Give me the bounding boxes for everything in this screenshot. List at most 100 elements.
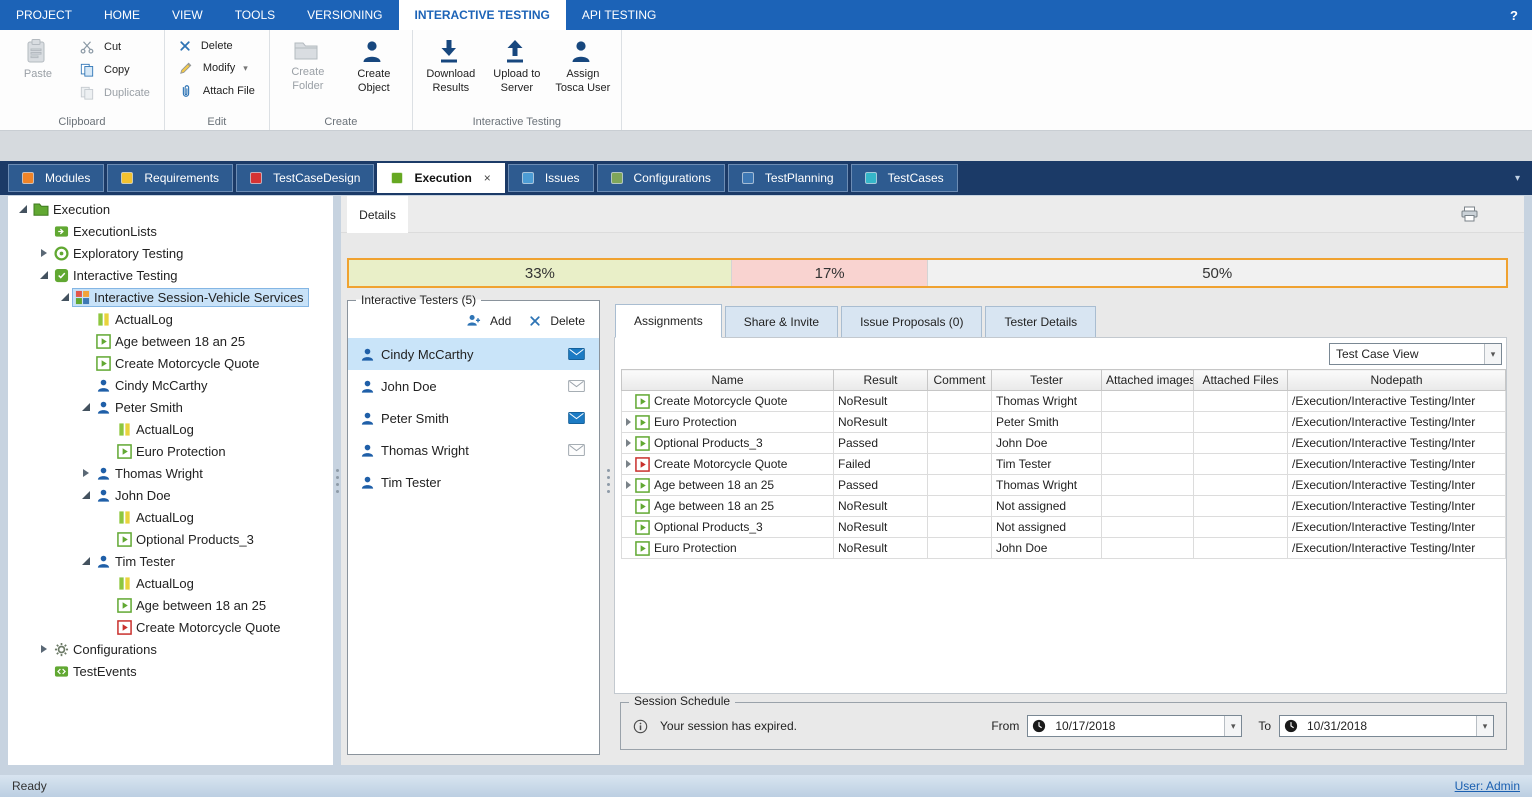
modify-button[interactable]: Modify▾ bbox=[173, 58, 261, 78]
tree-item-optional-products-3[interactable]: Optional Products_3 bbox=[8, 528, 333, 550]
paste-button[interactable]: Paste bbox=[8, 33, 68, 114]
tree-item-testevents[interactable]: TestEvents bbox=[8, 660, 333, 682]
expand-expander-icon[interactable] bbox=[79, 467, 92, 480]
row-expander-icon[interactable] bbox=[626, 418, 631, 426]
tree-item-actuallog[interactable]: ActualLog bbox=[8, 418, 333, 440]
delete-tester-button[interactable]: Delete bbox=[529, 313, 585, 328]
tab-issues[interactable]: Issues bbox=[508, 164, 594, 192]
menu-view[interactable]: VIEW bbox=[156, 0, 219, 30]
tree-item-john-doe[interactable]: John Doe bbox=[8, 484, 333, 506]
tree-item-interactive-session-vehicle-services[interactable]: Interactive Session-Vehicle Services bbox=[8, 286, 333, 308]
tree-item-tim-tester[interactable]: Tim Tester bbox=[8, 550, 333, 572]
column-header-result[interactable]: Result bbox=[834, 370, 928, 391]
expand-expander-icon[interactable] bbox=[37, 247, 50, 260]
copy-button[interactable]: Copy bbox=[74, 60, 156, 80]
tree-item-create-motorcycle-quote[interactable]: Create Motorcycle Quote bbox=[8, 352, 333, 374]
collapse-expander-icon[interactable] bbox=[58, 291, 71, 304]
column-header-comment[interactable]: Comment bbox=[928, 370, 992, 391]
tree-item-peter-smith[interactable]: Peter Smith bbox=[8, 396, 333, 418]
row-expander-icon[interactable] bbox=[626, 481, 631, 489]
add-tester-button[interactable]: Add bbox=[466, 313, 511, 328]
column-header-attached-images[interactable]: Attached images bbox=[1102, 370, 1194, 391]
upload-to-server-button[interactable]: Upload toServer bbox=[487, 33, 547, 114]
tester-john-doe[interactable]: John Doe bbox=[348, 370, 599, 402]
tester-tim-tester[interactable]: Tim Tester bbox=[348, 466, 599, 498]
tree-item-actuallog[interactable]: ActualLog bbox=[8, 308, 333, 330]
tab-requirements[interactable]: Requirements bbox=[107, 164, 233, 192]
cut-button[interactable]: Cut bbox=[74, 37, 156, 57]
to-date-picker[interactable]: 10/31/2018 ▾ bbox=[1279, 715, 1494, 737]
tree-item-create-motorcycle-quote[interactable]: Create Motorcycle Quote bbox=[8, 616, 333, 638]
tree-item-configurations[interactable]: Configurations bbox=[8, 638, 333, 660]
menu-versioning[interactable]: VERSIONING bbox=[291, 0, 398, 30]
table-row[interactable]: Optional Products_3PassedJohn Doe/Execut… bbox=[622, 433, 1506, 454]
menu-api-testing[interactable]: API TESTING bbox=[566, 0, 672, 30]
menu-tools[interactable]: TOOLS bbox=[219, 0, 291, 30]
tree-item-interactive-testing[interactable]: Interactive Testing bbox=[8, 264, 333, 286]
tab-overflow-button[interactable]: ▾ bbox=[1509, 173, 1526, 184]
user-admin-link[interactable]: User: Admin bbox=[1455, 779, 1520, 793]
tab-testplanning[interactable]: TestPlanning bbox=[728, 164, 848, 192]
tab-configurations[interactable]: Configurations bbox=[597, 164, 725, 192]
tab-details[interactable]: Details bbox=[347, 196, 408, 233]
menu-interactive-testing[interactable]: INTERACTIVE TESTING bbox=[399, 0, 566, 30]
view-selector[interactable]: Test Case View ▾ bbox=[1329, 343, 1502, 365]
tree-item-age-between-18-an-25[interactable]: Age between 18 an 25 bbox=[8, 330, 333, 352]
menu-home[interactable]: HOME bbox=[88, 0, 156, 30]
tree-item-euro-protection[interactable]: Euro Protection bbox=[8, 440, 333, 462]
tab-modules[interactable]: Modules bbox=[8, 164, 104, 192]
collapse-expander-icon[interactable] bbox=[79, 489, 92, 502]
tab-testcases[interactable]: TestCases bbox=[851, 164, 958, 192]
table-row[interactable]: Age between 18 an 25NoResultNot assigned… bbox=[622, 496, 1506, 517]
tree-item-actuallog[interactable]: ActualLog bbox=[8, 506, 333, 528]
tab-tester-details[interactable]: Tester Details bbox=[985, 306, 1096, 338]
create-folder-button[interactable]: CreateFolder bbox=[278, 33, 338, 114]
tree-item-executionlists[interactable]: ExecutionLists bbox=[8, 220, 333, 242]
column-header-nodepath[interactable]: Nodepath bbox=[1288, 370, 1506, 391]
tree-item-exploratory-testing[interactable]: Exploratory Testing bbox=[8, 242, 333, 264]
assign-tosca-user-button[interactable]: AssignTosca User bbox=[553, 33, 613, 114]
tree-item-thomas-wright[interactable]: Thomas Wright bbox=[8, 462, 333, 484]
delete-button[interactable]: Delete bbox=[173, 37, 261, 55]
menu-project[interactable]: PROJECT bbox=[0, 0, 88, 30]
from-date-picker[interactable]: 10/17/2018 ▾ bbox=[1027, 715, 1242, 737]
splitter-handle[interactable] bbox=[605, 196, 612, 765]
tester-peter-smith[interactable]: Peter Smith bbox=[348, 402, 599, 434]
print-button[interactable] bbox=[1461, 206, 1482, 222]
table-row[interactable]: Euro ProtectionNoResultPeter Smith/Execu… bbox=[622, 412, 1506, 433]
help-button[interactable]: ? bbox=[1496, 0, 1532, 30]
collapse-expander-icon[interactable] bbox=[16, 203, 29, 216]
tester-cindy-mccarthy[interactable]: Cindy McCarthy bbox=[348, 338, 599, 370]
duplicate-button[interactable]: Duplicate bbox=[74, 83, 156, 103]
chevron-down-icon[interactable]: ▾ bbox=[1224, 716, 1241, 736]
collapse-expander-icon[interactable] bbox=[37, 269, 50, 282]
tab-issue-proposals-0[interactable]: Issue Proposals (0) bbox=[841, 306, 982, 338]
row-expander-icon[interactable] bbox=[626, 439, 631, 447]
close-icon[interactable]: × bbox=[484, 171, 491, 185]
column-header-name[interactable]: Name bbox=[622, 370, 834, 391]
collapse-expander-icon[interactable] bbox=[79, 555, 92, 568]
table-row[interactable]: Create Motorcycle QuoteFailedTim Tester/… bbox=[622, 454, 1506, 475]
tree-item-actuallog[interactable]: ActualLog bbox=[8, 572, 333, 594]
table-row[interactable]: Age between 18 an 25PassedThomas Wright/… bbox=[622, 475, 1506, 496]
row-expander-icon[interactable] bbox=[626, 460, 631, 468]
tab-assignments[interactable]: Assignments bbox=[615, 304, 722, 338]
column-header-tester[interactable]: Tester bbox=[992, 370, 1102, 391]
table-row[interactable]: Euro ProtectionNoResultJohn Doe/Executio… bbox=[622, 538, 1506, 559]
tester-thomas-wright[interactable]: Thomas Wright bbox=[348, 434, 599, 466]
column-header-attached-files[interactable]: Attached Files bbox=[1194, 370, 1288, 391]
tree-item-age-between-18-an-25[interactable]: Age between 18 an 25 bbox=[8, 594, 333, 616]
splitter-handle[interactable] bbox=[334, 196, 341, 765]
expand-expander-icon[interactable] bbox=[37, 643, 50, 656]
chevron-down-icon[interactable]: ▾ bbox=[1476, 716, 1493, 736]
tab-testcasedesign[interactable]: TestCaseDesign bbox=[236, 164, 374, 192]
tab-share-invite[interactable]: Share & Invite bbox=[725, 306, 838, 338]
collapse-expander-icon[interactable] bbox=[79, 401, 92, 414]
table-row[interactable]: Optional Products_3NoResultNot assigned/… bbox=[622, 517, 1506, 538]
tab-execution[interactable]: Execution× bbox=[377, 163, 504, 193]
download-results-button[interactable]: DownloadResults bbox=[421, 33, 481, 114]
table-row[interactable]: Create Motorcycle QuoteNoResultThomas Wr… bbox=[622, 391, 1506, 412]
create-object-button[interactable]: CreateObject bbox=[344, 33, 404, 114]
attach-file-button[interactable]: Attach File bbox=[173, 81, 261, 101]
tree-item-execution[interactable]: Execution bbox=[8, 198, 333, 220]
